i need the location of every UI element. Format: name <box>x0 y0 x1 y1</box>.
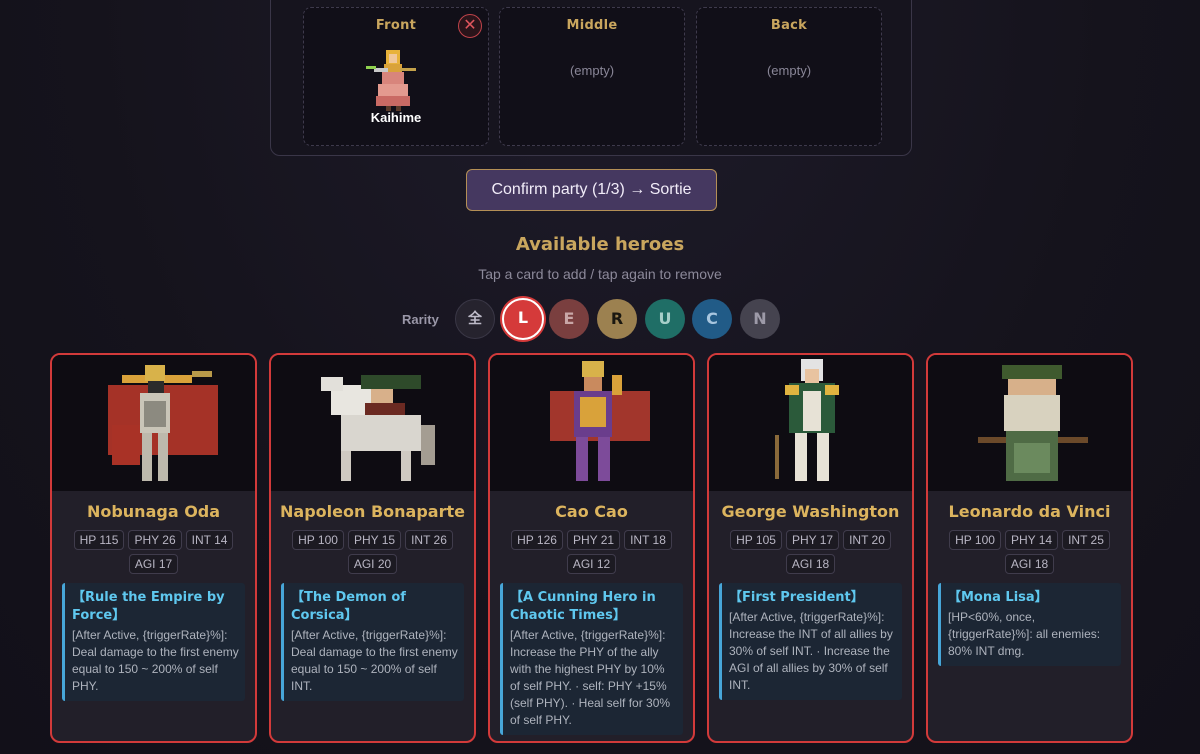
stat-chip: AGI 12 <box>566 554 617 574</box>
skill-name: 【Rule the Empire by Force】 <box>72 590 225 623</box>
slot-empty-text: (empty) <box>766 63 812 78</box>
skill-name: 【First President】 <box>729 590 864 605</box>
stat-chip: AGI 18 <box>785 554 836 574</box>
hero-portrait <box>490 355 693 491</box>
section-title: Available heroes <box>515 234 685 255</box>
hero-card[interactable]: Napoleon Bonaparte HP 100 PHY 15 INT 26 AGI … <box>269 353 476 743</box>
hero-card[interactable]: George Washington HP 105 PHY 17 INT 20 AGI 1… <box>707 353 914 743</box>
hero-name: George Washington <box>721 502 900 521</box>
hero-stats: HP 100 PHY 14 INT 25 AGI 18 <box>936 530 1123 574</box>
hero-portrait <box>928 355 1131 491</box>
stat-chip: INT 25 <box>1062 530 1110 550</box>
hero-card[interactable]: Leonardo da Vinci HP 100 PHY 14 INT 25 AGI 1… <box>926 353 1133 743</box>
stat-chip: AGI 20 <box>347 554 398 574</box>
hero-portrait <box>709 355 912 491</box>
stat-chip: PHY 21 <box>566 530 621 550</box>
hero-stats: HP 115 PHY 26 INT 14 AGI 17 <box>60 530 247 574</box>
stat-chip: PHY 14 <box>1004 530 1059 550</box>
skill-name: 【Mona Lisa】 <box>948 590 1048 605</box>
rarity-filter-l-button[interactable]: L <box>502 298 544 340</box>
hero-card[interactable]: Nobunaga Oda HP 115 PHY 26 INT 14 AGI 17 【Rul… <box>50 353 257 743</box>
stat-chip: HP 126 <box>511 530 563 550</box>
hero-portrait <box>52 355 255 491</box>
rarity-filter-r-button[interactable]: R <box>597 299 637 339</box>
stat-chip: PHY 17 <box>785 530 840 550</box>
section-hint: Tap a card to add / tap again to remove <box>478 266 722 282</box>
stat-chip: HP 105 <box>730 530 782 550</box>
stat-chip: INT 14 <box>185 530 234 550</box>
slot-title: Back <box>770 18 808 33</box>
stat-chip: PHY 26 <box>128 530 182 550</box>
hero-name: Nobunaga Oda <box>86 502 221 521</box>
rarity-filter-e-button[interactable]: E <box>549 299 589 339</box>
slot-empty-text: (empty) <box>569 63 615 78</box>
skill-box: 【Rule the Empire by Force】 [After Active,… <box>62 583 245 701</box>
hero-portrait <box>271 355 474 491</box>
stat-chip: HP 100 <box>292 530 344 550</box>
skill-box: 【The Demon of Corsica】 [After Active, {tr… <box>281 583 464 701</box>
stat-chip: AGI 17 <box>128 554 179 574</box>
stat-chip: HP 115 <box>73 530 125 550</box>
slot-title: Middle <box>566 18 618 33</box>
skill-name: 【The Demon of Corsica】 <box>291 590 406 623</box>
hero-name: Napoleon Bonaparte <box>280 502 465 521</box>
rarity-filter-u-button[interactable]: U <box>645 299 685 339</box>
close-icon: ✕ <box>463 17 477 34</box>
skill-box: 【First President】 [After Active, {trigger… <box>719 583 902 700</box>
hero-card[interactable]: Cao Cao HP 126 PHY 21 INT 18 AGI 12 【A Cunnin… <box>488 353 695 743</box>
stat-chip: INT 18 <box>624 530 672 550</box>
skill-box: 【Mona Lisa】 [HP<60%, once, {triggerRate}%… <box>938 583 1121 666</box>
kaihime-portrait <box>366 50 416 111</box>
skill-description: [After Active, {triggerRate}%]: Increase… <box>510 628 671 727</box>
party-slot-front[interactable]: Front ✕ Kaihime <box>303 7 489 146</box>
hero-stats: HP 126 PHY 21 INT 18 AGI 12 <box>498 530 685 574</box>
skill-box: 【A Cunning Hero in Chaotic Times】 [After … <box>500 583 683 735</box>
party-panel: Front ✕ Kaihime Middle (empty) Back (emp… <box>270 0 912 156</box>
skill-description: [After Active, {triggerRate}%]: Deal dam… <box>291 628 458 693</box>
stat-chip: INT 26 <box>405 530 453 550</box>
stat-chip: INT 20 <box>843 530 891 550</box>
confirm-party-button[interactable]: Confirm party (1/3) → Sortie <box>466 169 717 211</box>
hero-stats: HP 105 PHY 17 INT 20 AGI 18 <box>717 530 904 574</box>
stat-chip: PHY 15 <box>347 530 402 550</box>
stat-chip: HP 100 <box>949 530 1001 550</box>
skill-description: [HP<60%, once, {triggerRate}%]: all enem… <box>948 610 1101 658</box>
rarity-filter-n-button[interactable]: N <box>740 299 780 339</box>
hero-name: Cao Cao <box>555 502 628 521</box>
party-slot-back[interactable]: Back (empty) <box>696 7 882 146</box>
remove-hero-button[interactable]: ✕ <box>458 14 482 38</box>
skill-description: [After Active, {triggerRate}%]: Deal dam… <box>72 628 239 693</box>
stat-chip: AGI 18 <box>1004 554 1055 574</box>
rarity-filter-c-button[interactable]: C <box>692 299 732 339</box>
party-slot-middle[interactable]: Middle (empty) <box>499 7 685 146</box>
skill-description: [After Active, {triggerRate}%]: Increase… <box>729 610 893 692</box>
slot-hero-name: Kaihime <box>370 110 422 125</box>
hero-stats: HP 100 PHY 15 INT 26 AGI 20 <box>279 530 466 574</box>
rarity-label: Rarity <box>402 312 439 327</box>
hero-name: Leonardo da Vinci <box>948 502 1111 521</box>
skill-name: 【A Cunning Hero in Chaotic Times】 <box>510 590 656 623</box>
rarity-filter-all-button[interactable]: 全 <box>455 299 495 339</box>
